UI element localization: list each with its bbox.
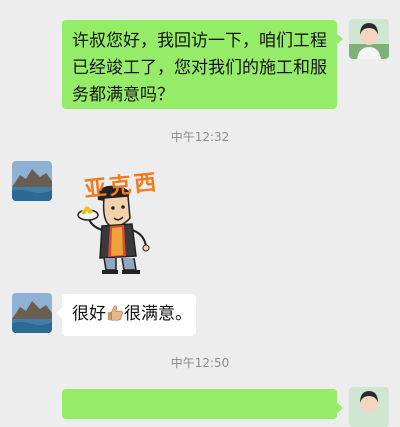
contact-avatar[interactable] <box>12 161 52 201</box>
thumbs-up-icon <box>107 305 123 321</box>
timestamp: 中午12:32 <box>170 130 230 144</box>
contact-avatar[interactable] <box>12 293 52 333</box>
message-text-part: 很好 <box>72 304 106 324</box>
sent-message-bubble[interactable]: 许叔您好，我回访一下，咱们工程已经竣工了，您对我们的施工和服务都满意吗？ <box>62 20 343 109</box>
received-message-bubble[interactable]: 很好 很满意。 <box>56 294 196 336</box>
sent-message-text: 许叔您好，我回访一下，咱们工程已经竣工了，您对我们的施工和服务都满意吗？ <box>72 31 327 105</box>
message-text-part: 很满意。 <box>124 304 192 324</box>
sent-message-bubble[interactable] <box>62 389 343 419</box>
user-avatar[interactable] <box>349 387 389 427</box>
timestamp: 中午12:50 <box>170 356 230 370</box>
user-avatar[interactable] <box>349 19 389 59</box>
received-message-text: 很好 很满意。 <box>72 294 192 328</box>
